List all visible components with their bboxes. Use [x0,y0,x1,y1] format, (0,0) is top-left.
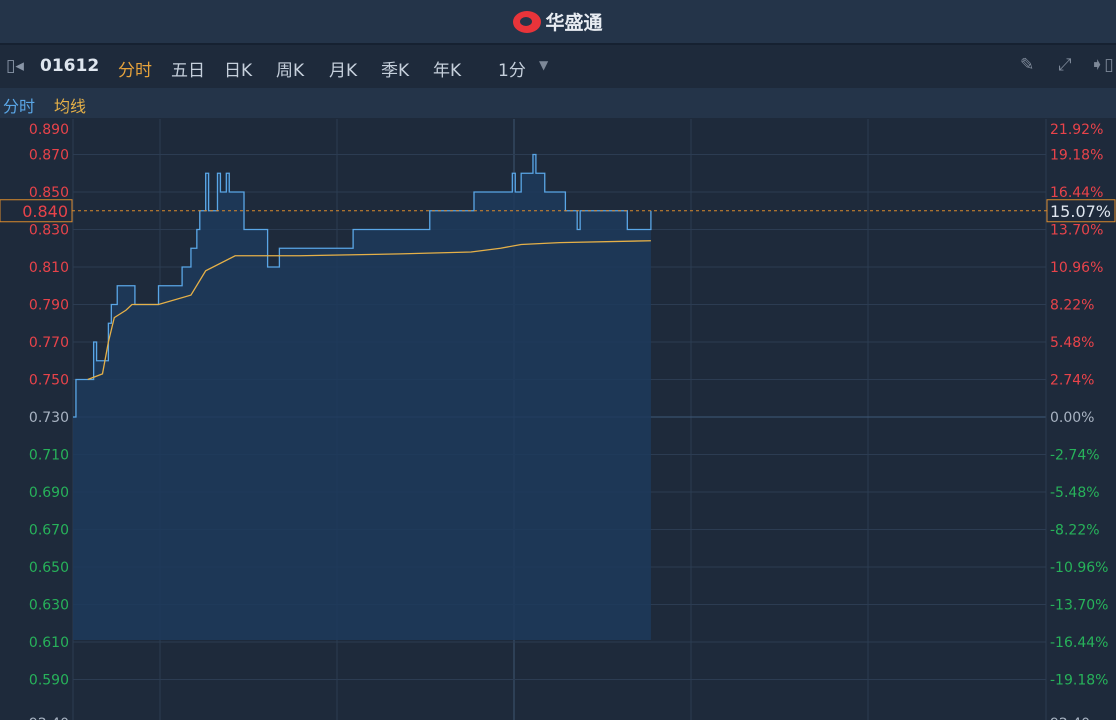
percent-tick-label: -13.70% [1050,598,1108,614]
price-tick-label: 0.590 [29,673,69,689]
price-tick-label: 0.650 [29,560,69,576]
volume-tick-left: 92.40 [29,716,69,720]
price-tick-label: 0.690 [29,485,69,501]
percent-tick-label: 2.74% [1050,373,1094,389]
percent-tick-label: 21.92% [1050,122,1103,138]
price-tick-label: 0.830 [29,223,69,239]
price-tick-label: 0.710 [29,448,69,464]
percent-tick-label: -2.74% [1050,448,1100,464]
price-tick-label: 0.810 [29,260,69,276]
price-tick-label: 0.670 [29,523,69,539]
current-pct-label: 15.07% [1050,202,1111,221]
volume-tick-right: 92.40 [1050,716,1090,720]
price-tick-label: 0.790 [29,298,69,314]
price-tick-label: 0.890 [29,122,69,138]
percent-tick-label: 5.48% [1050,335,1094,351]
percent-tick-label: -10.96% [1050,560,1108,576]
price-tick-label: 0.770 [29,335,69,351]
price-tick-label: 0.610 [29,635,69,651]
percent-tick-label: 16.44% [1050,185,1103,201]
percent-tick-label: -5.48% [1050,485,1100,501]
percent-tick-label: 19.18% [1050,148,1103,164]
intraday-chart: 0.890 21.92% 0.870 19.18% 0.850 16.44% 0.830 13… [0,119,1116,720]
percent-tick-label: -16.44% [1050,635,1108,651]
price-tick-label: 0.750 [29,373,69,389]
percent-tick-label: 13.70% [1050,223,1103,239]
price-tick-label: 0.870 [29,148,69,164]
percent-tick-label: 0.00% [1050,410,1094,426]
price-tick-label: 0.850 [29,185,69,201]
percent-tick-label: -8.22% [1050,523,1100,539]
percent-tick-label: 10.96% [1050,260,1103,276]
percent-tick-label: -19.18% [1050,673,1108,689]
price-tick-label: 0.630 [29,598,69,614]
current-price-label: 0.840 [22,202,68,221]
percent-tick-label: 8.22% [1050,298,1094,314]
price-tick-label: 0.730 [29,410,69,426]
